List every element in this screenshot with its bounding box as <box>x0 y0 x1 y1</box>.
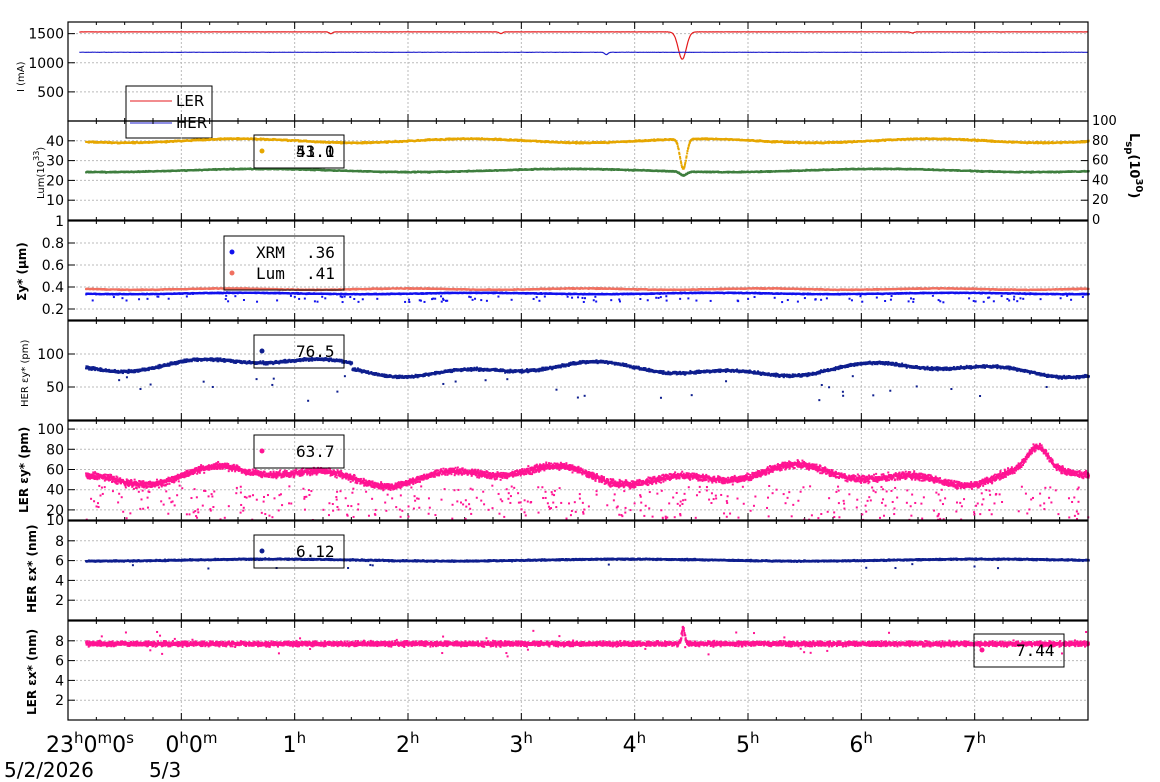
y-tick-label: 10 <box>46 193 64 209</box>
panel-border <box>68 22 1088 121</box>
lsp-point <box>684 162 686 164</box>
lsp-point <box>676 143 678 145</box>
y-tick-label: 500 <box>37 85 64 101</box>
lsp-point <box>681 164 683 166</box>
y2-tick-label: 80 <box>1092 134 1109 149</box>
lsp-point <box>680 162 682 164</box>
y2-tick-label: 40 <box>1092 173 1109 188</box>
lsp-point <box>684 165 686 167</box>
lsp-point <box>687 147 689 149</box>
lsp-point <box>678 148 680 150</box>
y-tick-label: 1000 <box>28 56 64 72</box>
lsp-point <box>684 163 686 165</box>
lsp-point <box>677 145 679 147</box>
legend-label-ler: LER <box>176 92 204 110</box>
y-tick-label: 30 <box>46 154 64 170</box>
series-her-line <box>79 52 1088 55</box>
lsp-point <box>686 152 688 154</box>
series-ler-line <box>79 32 1088 60</box>
y2-tick-label: 60 <box>1092 154 1109 169</box>
y2-tick-label: 100 <box>1092 114 1117 129</box>
y2-tick-label: 0 <box>1092 213 1100 228</box>
lsp-point <box>679 153 681 155</box>
lsp-point <box>686 155 688 157</box>
lsp-point <box>685 160 687 162</box>
lsp-point <box>687 150 689 152</box>
y-tick-label: 1500 <box>28 27 64 43</box>
monitor-chart: 500 1000 1500 LER HER I (mA) 10 20 30 40 0 20 40 60 80… <box>0 0 1160 782</box>
y-axis-label: I (mA) <box>16 61 27 92</box>
y2-tick-label: 20 <box>1092 193 1109 208</box>
lsp-point <box>679 158 681 160</box>
y-tick-label: 40 <box>46 134 64 150</box>
legend-label-her: HER <box>176 114 207 132</box>
y-tick-label: 20 <box>46 173 64 189</box>
